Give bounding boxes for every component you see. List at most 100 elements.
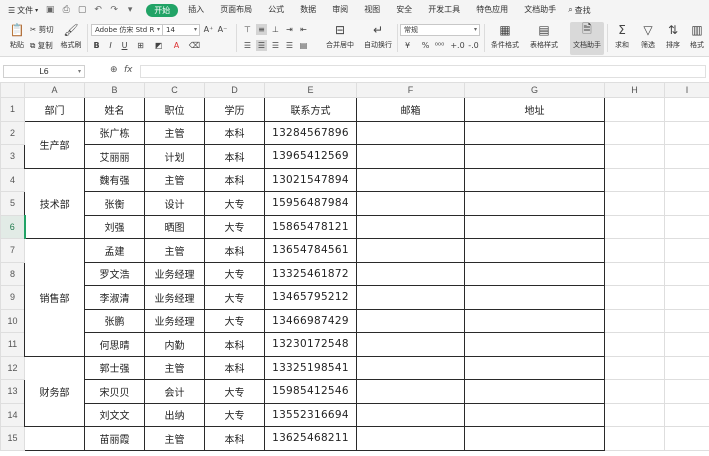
empty-cell[interactable] — [664, 214, 709, 239]
bold-icon[interactable]: B — [91, 40, 102, 51]
phone-cell[interactable]: 15956487984 — [264, 191, 357, 216]
paste-button[interactable]: 📋 粘贴 — [2, 22, 32, 55]
empty-cell[interactable] — [604, 402, 665, 427]
column-header[interactable]: G — [464, 82, 605, 98]
header-cell[interactable]: 部门 — [24, 97, 85, 122]
empty-cell[interactable] — [604, 97, 665, 122]
department-cell[interactable]: 生产部 — [24, 120, 85, 169]
fill-color-icon[interactable]: ◩ — [153, 40, 164, 51]
name-cell[interactable]: 艾丽丽 — [84, 144, 145, 169]
empty-cell[interactable] — [604, 214, 665, 239]
email-cell[interactable] — [356, 379, 465, 404]
phone-cell[interactable]: 13325198541 — [264, 355, 357, 380]
currency-icon[interactable]: ¥ — [402, 40, 413, 51]
border-icon[interactable]: ⊞ — [135, 40, 146, 51]
email-cell[interactable] — [356, 285, 465, 310]
phone-cell[interactable]: 13465795212 — [264, 285, 357, 310]
format-painter-button[interactable]: 🖌 格式刷 — [56, 22, 86, 55]
column-header[interactable]: D — [204, 82, 265, 98]
header-cell[interactable]: 学历 — [204, 97, 265, 122]
select-all-corner[interactable] — [0, 82, 25, 98]
sum-button[interactable]: Σ 求和 — [610, 22, 634, 55]
address-cell[interactable] — [464, 214, 605, 239]
position-cell[interactable]: 主管 — [144, 355, 205, 380]
redo-icon[interactable]: ↷ — [107, 3, 121, 17]
merge-center-button[interactable]: ⊟ 合并居中 — [322, 22, 358, 55]
address-cell[interactable] — [464, 261, 605, 286]
email-cell[interactable] — [356, 261, 465, 286]
row-header[interactable]: 10 — [0, 308, 25, 333]
phone-cell[interactable]: 13325461872 — [264, 261, 357, 286]
empty-cell[interactable] — [604, 355, 665, 380]
empty-cell[interactable] — [664, 191, 709, 216]
position-cell[interactable]: 业务经理 — [144, 261, 205, 286]
tab-view[interactable]: 视图 — [356, 0, 388, 20]
phone-cell[interactable]: 13625468211 — [264, 426, 357, 451]
name-cell[interactable]: 张衡 — [84, 191, 145, 216]
name-cell[interactable]: 张广栋 — [84, 120, 145, 145]
address-cell[interactable] — [464, 120, 605, 145]
education-cell[interactable]: 大专 — [204, 191, 265, 216]
education-cell[interactable]: 本科 — [204, 238, 265, 263]
row-header[interactable]: 8 — [0, 261, 25, 286]
row-header[interactable]: 1 — [0, 97, 25, 122]
email-cell[interactable] — [356, 167, 465, 192]
align-top-icon[interactable]: ⊤ — [242, 24, 253, 35]
percent-icon[interactable]: % — [420, 40, 431, 51]
education-cell[interactable]: 本科 — [204, 167, 265, 192]
empty-cell[interactable] — [604, 167, 665, 192]
row-header[interactable]: 6 — [0, 214, 26, 239]
column-header[interactable]: I — [664, 82, 709, 98]
wrap-text-button[interactable]: ↵ 自动换行 — [362, 22, 394, 55]
search-box[interactable]: ⌕ 查找 — [564, 5, 594, 16]
tab-review[interactable]: 审阅 — [324, 0, 356, 20]
position-cell[interactable]: 主管 — [144, 167, 205, 192]
education-cell[interactable]: 大专 — [204, 402, 265, 427]
name-cell[interactable]: 张鹏 — [84, 308, 145, 333]
address-cell[interactable] — [464, 379, 605, 404]
align-left-icon[interactable]: ☰ — [242, 40, 253, 51]
tab-formulas[interactable]: 公式 — [260, 0, 292, 20]
empty-cell[interactable] — [664, 144, 709, 169]
row-header[interactable]: 9 — [0, 285, 25, 310]
undo-icon[interactable]: ↶ — [91, 3, 105, 17]
name-cell[interactable]: 刘文文 — [84, 402, 145, 427]
email-cell[interactable] — [356, 426, 465, 451]
font-size-select[interactable]: 14 ▾ — [162, 24, 200, 36]
tab-insert[interactable]: 插入 — [180, 0, 212, 20]
table-style-button[interactable]: ▤ 表格样式 — [526, 22, 562, 55]
empty-cell[interactable] — [664, 238, 709, 263]
address-cell[interactable] — [464, 355, 605, 380]
row-header[interactable]: 12 — [0, 355, 25, 380]
empty-cell[interactable] — [664, 355, 709, 380]
position-cell[interactable]: 主管 — [144, 238, 205, 263]
number-format-select[interactable]: 常规 ▾ — [400, 24, 480, 36]
format-button[interactable]: ▥ 格式 — [686, 22, 708, 55]
row-header[interactable]: 5 — [0, 191, 25, 216]
empty-cell[interactable] — [604, 308, 665, 333]
education-cell[interactable]: 大专 — [204, 214, 265, 239]
education-cell[interactable]: 大专 — [204, 261, 265, 286]
position-cell[interactable]: 设计 — [144, 191, 205, 216]
row-header[interactable]: 3 — [0, 144, 25, 169]
copy-button[interactable]: ⧉ 复制 — [30, 40, 53, 51]
position-cell[interactable]: 主管 — [144, 426, 205, 451]
name-box[interactable]: L6 ▾ — [3, 65, 85, 78]
address-cell[interactable] — [464, 332, 605, 357]
sheet-grid[interactable]: A B C D E F G H I 1 部门 姓名 职位 学历 联系方式 邮箱 地址 2 生产部 张广栋 主管 本科 132… — [0, 82, 709, 456]
empty-cell[interactable] — [664, 402, 709, 427]
doc-helper-button[interactable]: 🗎 文档助手 — [570, 22, 604, 55]
column-header[interactable]: F — [356, 82, 465, 98]
empty-cell[interactable] — [604, 426, 665, 451]
save-icon[interactable]: ▣ — [43, 3, 57, 17]
empty-cell[interactable] — [604, 238, 665, 263]
position-cell[interactable]: 晒图 — [144, 214, 205, 239]
outdent-icon[interactable]: ⇤ — [298, 24, 309, 35]
education-cell[interactable]: 本科 — [204, 332, 265, 357]
name-cell[interactable]: 何思晴 — [84, 332, 145, 357]
name-cell[interactable]: 宋贝贝 — [84, 379, 145, 404]
phone-cell[interactable]: 15865478121 — [264, 214, 357, 239]
empty-cell[interactable] — [604, 332, 665, 357]
email-cell[interactable] — [356, 355, 465, 380]
font-name-select[interactable]: Adobe 仿宋 Std R ▾ — [91, 24, 163, 36]
